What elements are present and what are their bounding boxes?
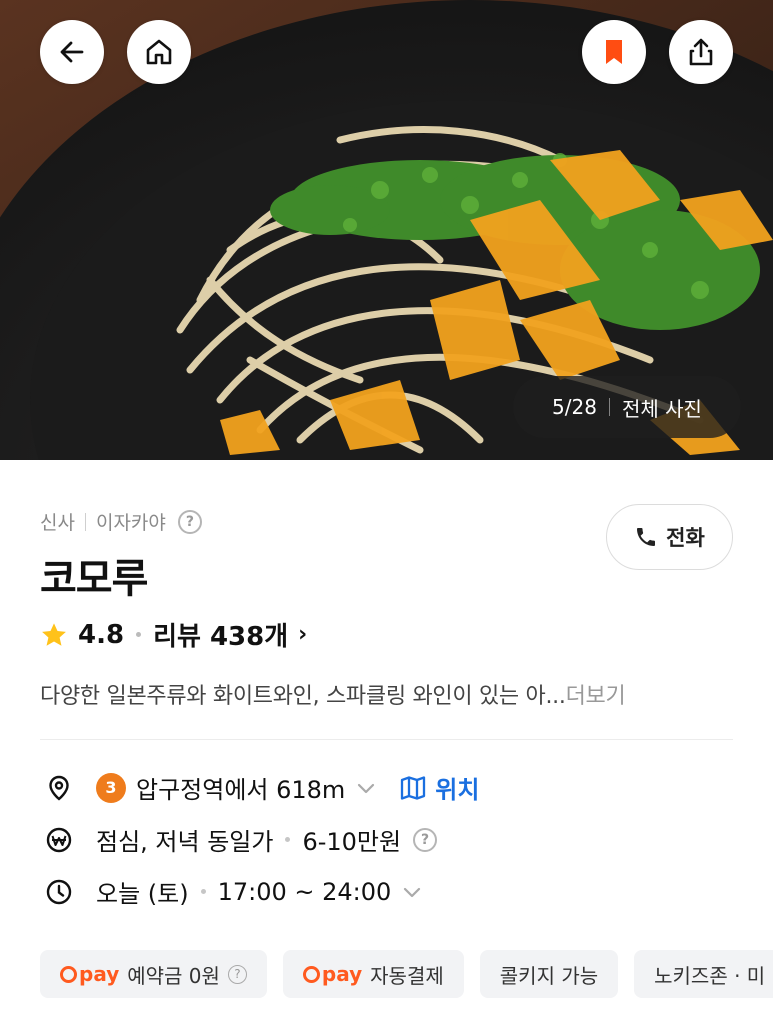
chip-label: 예약금 0원 — [127, 963, 220, 988]
back-button[interactable] — [40, 20, 104, 84]
chevron-down-icon[interactable] — [355, 777, 377, 799]
hero-photo[interactable]: 5/28 전체 사진 — [0, 0, 773, 460]
meal-type: 점심, 저녁 동일가 — [96, 828, 274, 856]
chip-label: 노키즈존 · 미 — [654, 963, 766, 988]
clock-icon — [44, 877, 74, 907]
separator-dot — [285, 837, 291, 842]
category-label: 이자카야 — [95, 512, 166, 534]
chip-corkage[interactable]: 콜키지 가능 — [479, 950, 619, 998]
chip-auto-payment[interactable]: pay 자동결제 — [282, 950, 464, 998]
price-range: 6-10만원 — [302, 828, 402, 856]
cpay-c-icon — [302, 965, 320, 983]
divider — [40, 739, 733, 740]
bookmark-button[interactable] — [582, 20, 646, 84]
home-button[interactable] — [127, 20, 191, 84]
rating-value: 4.8 — [78, 619, 125, 650]
home-icon — [146, 39, 172, 65]
description: 다양한 일본주류와 화이트와인, 스파클링 와인이 있는 아...더보기 — [40, 678, 626, 710]
chip-deposit[interactable]: pay 예약금 0원 ? — [40, 950, 267, 998]
share-button[interactable] — [669, 20, 733, 84]
phone-icon — [637, 528, 656, 546]
separator-dot — [200, 889, 206, 894]
restaurant-name: 코모루 — [40, 556, 148, 602]
back-arrow-icon — [60, 41, 84, 63]
feature-chips: pay 예약금 0원 ? pay 자동결제 콜키지 가능 노키즈존 · 미 — [40, 950, 773, 998]
divider — [84, 512, 86, 531]
price-row: 점심, 저녁 동일가 6-10만원 ? — [44, 822, 438, 857]
chevron-right-icon: › — [298, 622, 308, 647]
divider — [608, 398, 610, 416]
map-location-link[interactable]: 위치 — [399, 770, 479, 805]
separator-dot — [136, 632, 142, 637]
cpay-logo: pay — [302, 962, 362, 986]
more-link[interactable]: 더보기 — [566, 684, 626, 709]
hours-day: 오늘 (토) — [96, 880, 189, 908]
hours-row[interactable]: 오늘 (토) 17:00 ~ 24:00 — [44, 874, 423, 909]
map-label: 위치 — [435, 776, 480, 804]
all-photos-label: 전체 사진 — [621, 396, 702, 421]
category-line: 신사 이자카야 ? — [40, 508, 202, 535]
help-icon[interactable]: ? — [177, 509, 202, 534]
bookmark-icon — [606, 40, 622, 64]
cpay-logo: pay — [60, 962, 119, 986]
help-icon[interactable]: ? — [227, 964, 247, 984]
subway-line-badge: 3 — [96, 772, 126, 803]
chip-label: 콜키지 가능 — [499, 963, 599, 988]
map-icon — [401, 775, 426, 800]
photo-counter-button[interactable]: 5/28 전체 사진 — [513, 376, 741, 438]
star-icon — [42, 622, 66, 646]
description-text: 다양한 일본주류와 화이트와인, 스파클링 와인이 있는 아... — [40, 684, 566, 709]
area-label: 신사 — [40, 512, 75, 534]
review-count-link[interactable]: 리뷰 438개 — [153, 616, 288, 653]
rating-row[interactable]: 4.8 리뷰 438개 › — [40, 616, 307, 653]
location-row: 3 압구정역에서 618m 위치 — [44, 770, 479, 805]
chevron-down-icon[interactable] — [401, 881, 423, 903]
restaurant-info: 신사 이자카야 ? 전화 코모루 4.8 리뷰 438개 › 다양한 일본주류와… — [0, 460, 773, 1010]
help-icon[interactable]: ? — [413, 827, 438, 852]
share-icon — [689, 38, 713, 66]
cpay-c-icon — [60, 965, 77, 983]
location-text[interactable]: 압구정역에서 618m — [136, 770, 345, 805]
call-label: 전화 — [666, 526, 705, 550]
hours-time: 17:00 ~ 24:00 — [217, 877, 392, 906]
location-pin-icon — [44, 773, 74, 803]
chip-label: 자동결제 — [370, 963, 444, 988]
call-button[interactable]: 전화 — [606, 504, 733, 570]
won-icon — [44, 825, 74, 855]
chip-no-kids[interactable]: 노키즈존 · 미 — [634, 950, 773, 998]
photo-index: 5/28 — [552, 395, 597, 419]
